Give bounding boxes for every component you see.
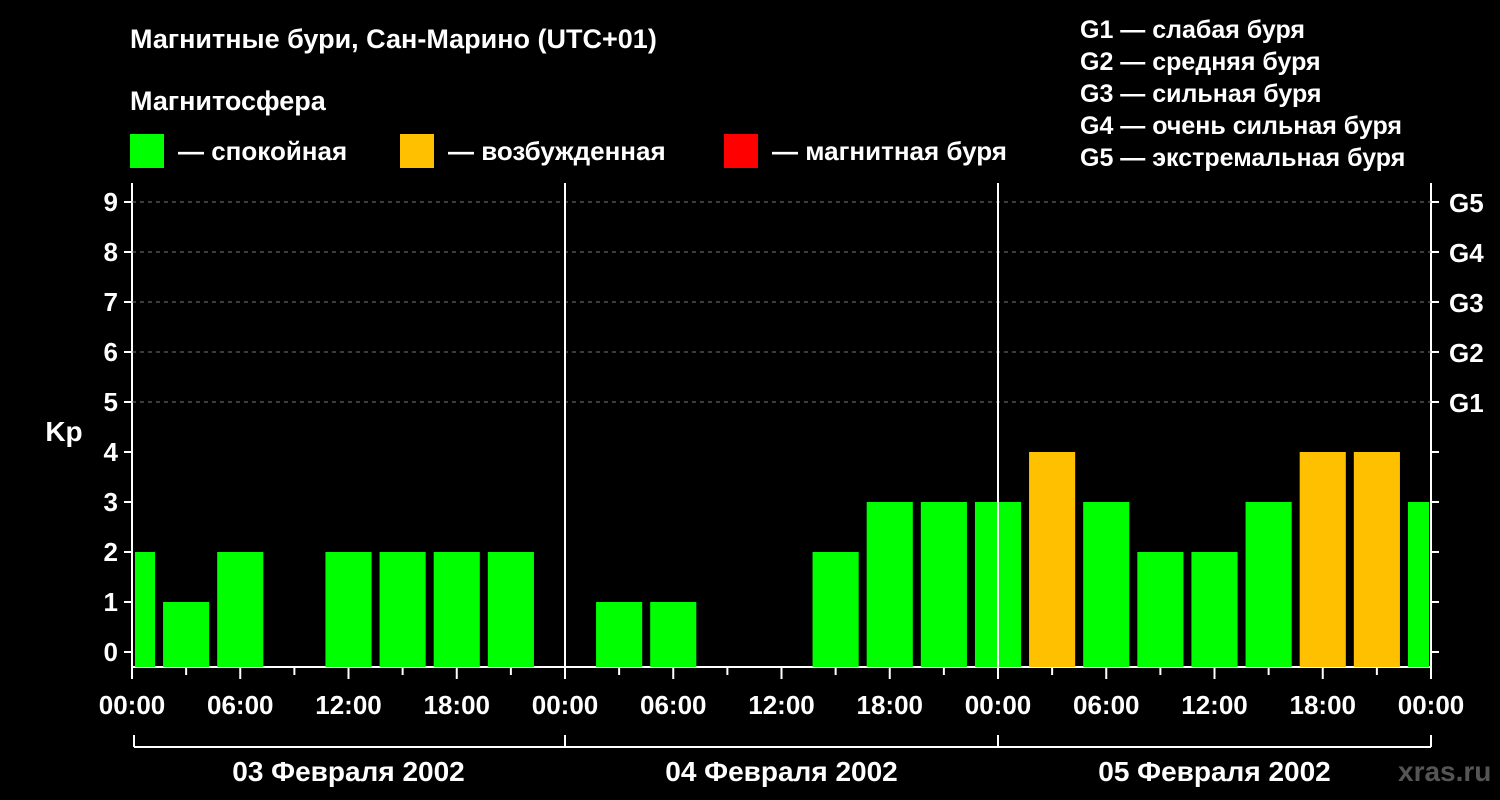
right-tick-label: G5	[1449, 188, 1484, 218]
x-tick-label: 12:00	[1181, 690, 1248, 720]
kp-bar	[812, 552, 859, 667]
kp-bar	[1137, 552, 1184, 667]
y-tick-label: 7	[104, 287, 118, 317]
kp-bar	[596, 602, 643, 667]
kp-bar	[1029, 452, 1076, 667]
x-tick-label: 00:00	[1398, 690, 1465, 720]
kp-bar	[379, 552, 426, 667]
y-tick-label: 1	[104, 587, 118, 617]
x-tick-label: 12:00	[748, 690, 815, 720]
right-tick-label: G1	[1449, 388, 1484, 418]
kp-bar	[135, 552, 156, 667]
y-tick-label: 5	[104, 387, 118, 417]
kp-bar	[1245, 502, 1292, 667]
x-tick-label: 12:00	[315, 690, 382, 720]
watermark: xras.ru	[1398, 756, 1492, 787]
right-tick-label: G2	[1449, 338, 1484, 368]
y-tick-label: 4	[104, 437, 119, 467]
kp-bar	[217, 552, 264, 667]
x-tick-label: 18:00	[424, 690, 491, 720]
kp-bar	[1191, 552, 1238, 667]
kp-bar	[920, 502, 967, 667]
kp-bar	[325, 552, 372, 667]
x-tick-label: 00:00	[965, 690, 1032, 720]
y-tick-label: 8	[104, 237, 118, 267]
kp-bar	[866, 502, 913, 667]
y-axis-label: Kp	[45, 416, 82, 447]
day-label: 05 Февраля 2002	[1098, 756, 1330, 787]
kp-bar	[433, 552, 480, 667]
kp-bar	[487, 552, 534, 667]
day-label: 04 Февраля 2002	[665, 756, 897, 787]
x-tick-label: 06:00	[1073, 690, 1140, 720]
day-label: 03 Февраля 2002	[232, 756, 464, 787]
y-tick-label: 3	[104, 487, 118, 517]
kp-bar	[1299, 452, 1346, 667]
x-tick-label: 18:00	[857, 690, 924, 720]
y-tick-label: 6	[104, 337, 118, 367]
y-tick-label: 9	[104, 187, 118, 217]
kp-bar	[1083, 502, 1130, 667]
kp-bar	[1353, 452, 1400, 667]
x-tick-label: 00:00	[532, 690, 599, 720]
right-tick-label: G4	[1449, 238, 1484, 268]
x-tick-label: 06:00	[640, 690, 707, 720]
kp-bar	[163, 602, 210, 667]
x-tick-label: 06:00	[207, 690, 274, 720]
x-tick-label: 00:00	[99, 690, 166, 720]
kp-bar	[1407, 502, 1429, 667]
y-tick-label: 2	[104, 537, 118, 567]
right-tick-label: G3	[1449, 288, 1484, 318]
kp-bar	[650, 602, 697, 667]
x-tick-label: 18:00	[1290, 690, 1357, 720]
y-tick-label: 0	[104, 637, 118, 667]
kp-bar-chart: 0 1 2 3 4 5 6 7 8 9 G1 G2 G3 G4 G5 Kp 00:00 06:00 12:00 18:…	[45, 183, 1484, 787]
